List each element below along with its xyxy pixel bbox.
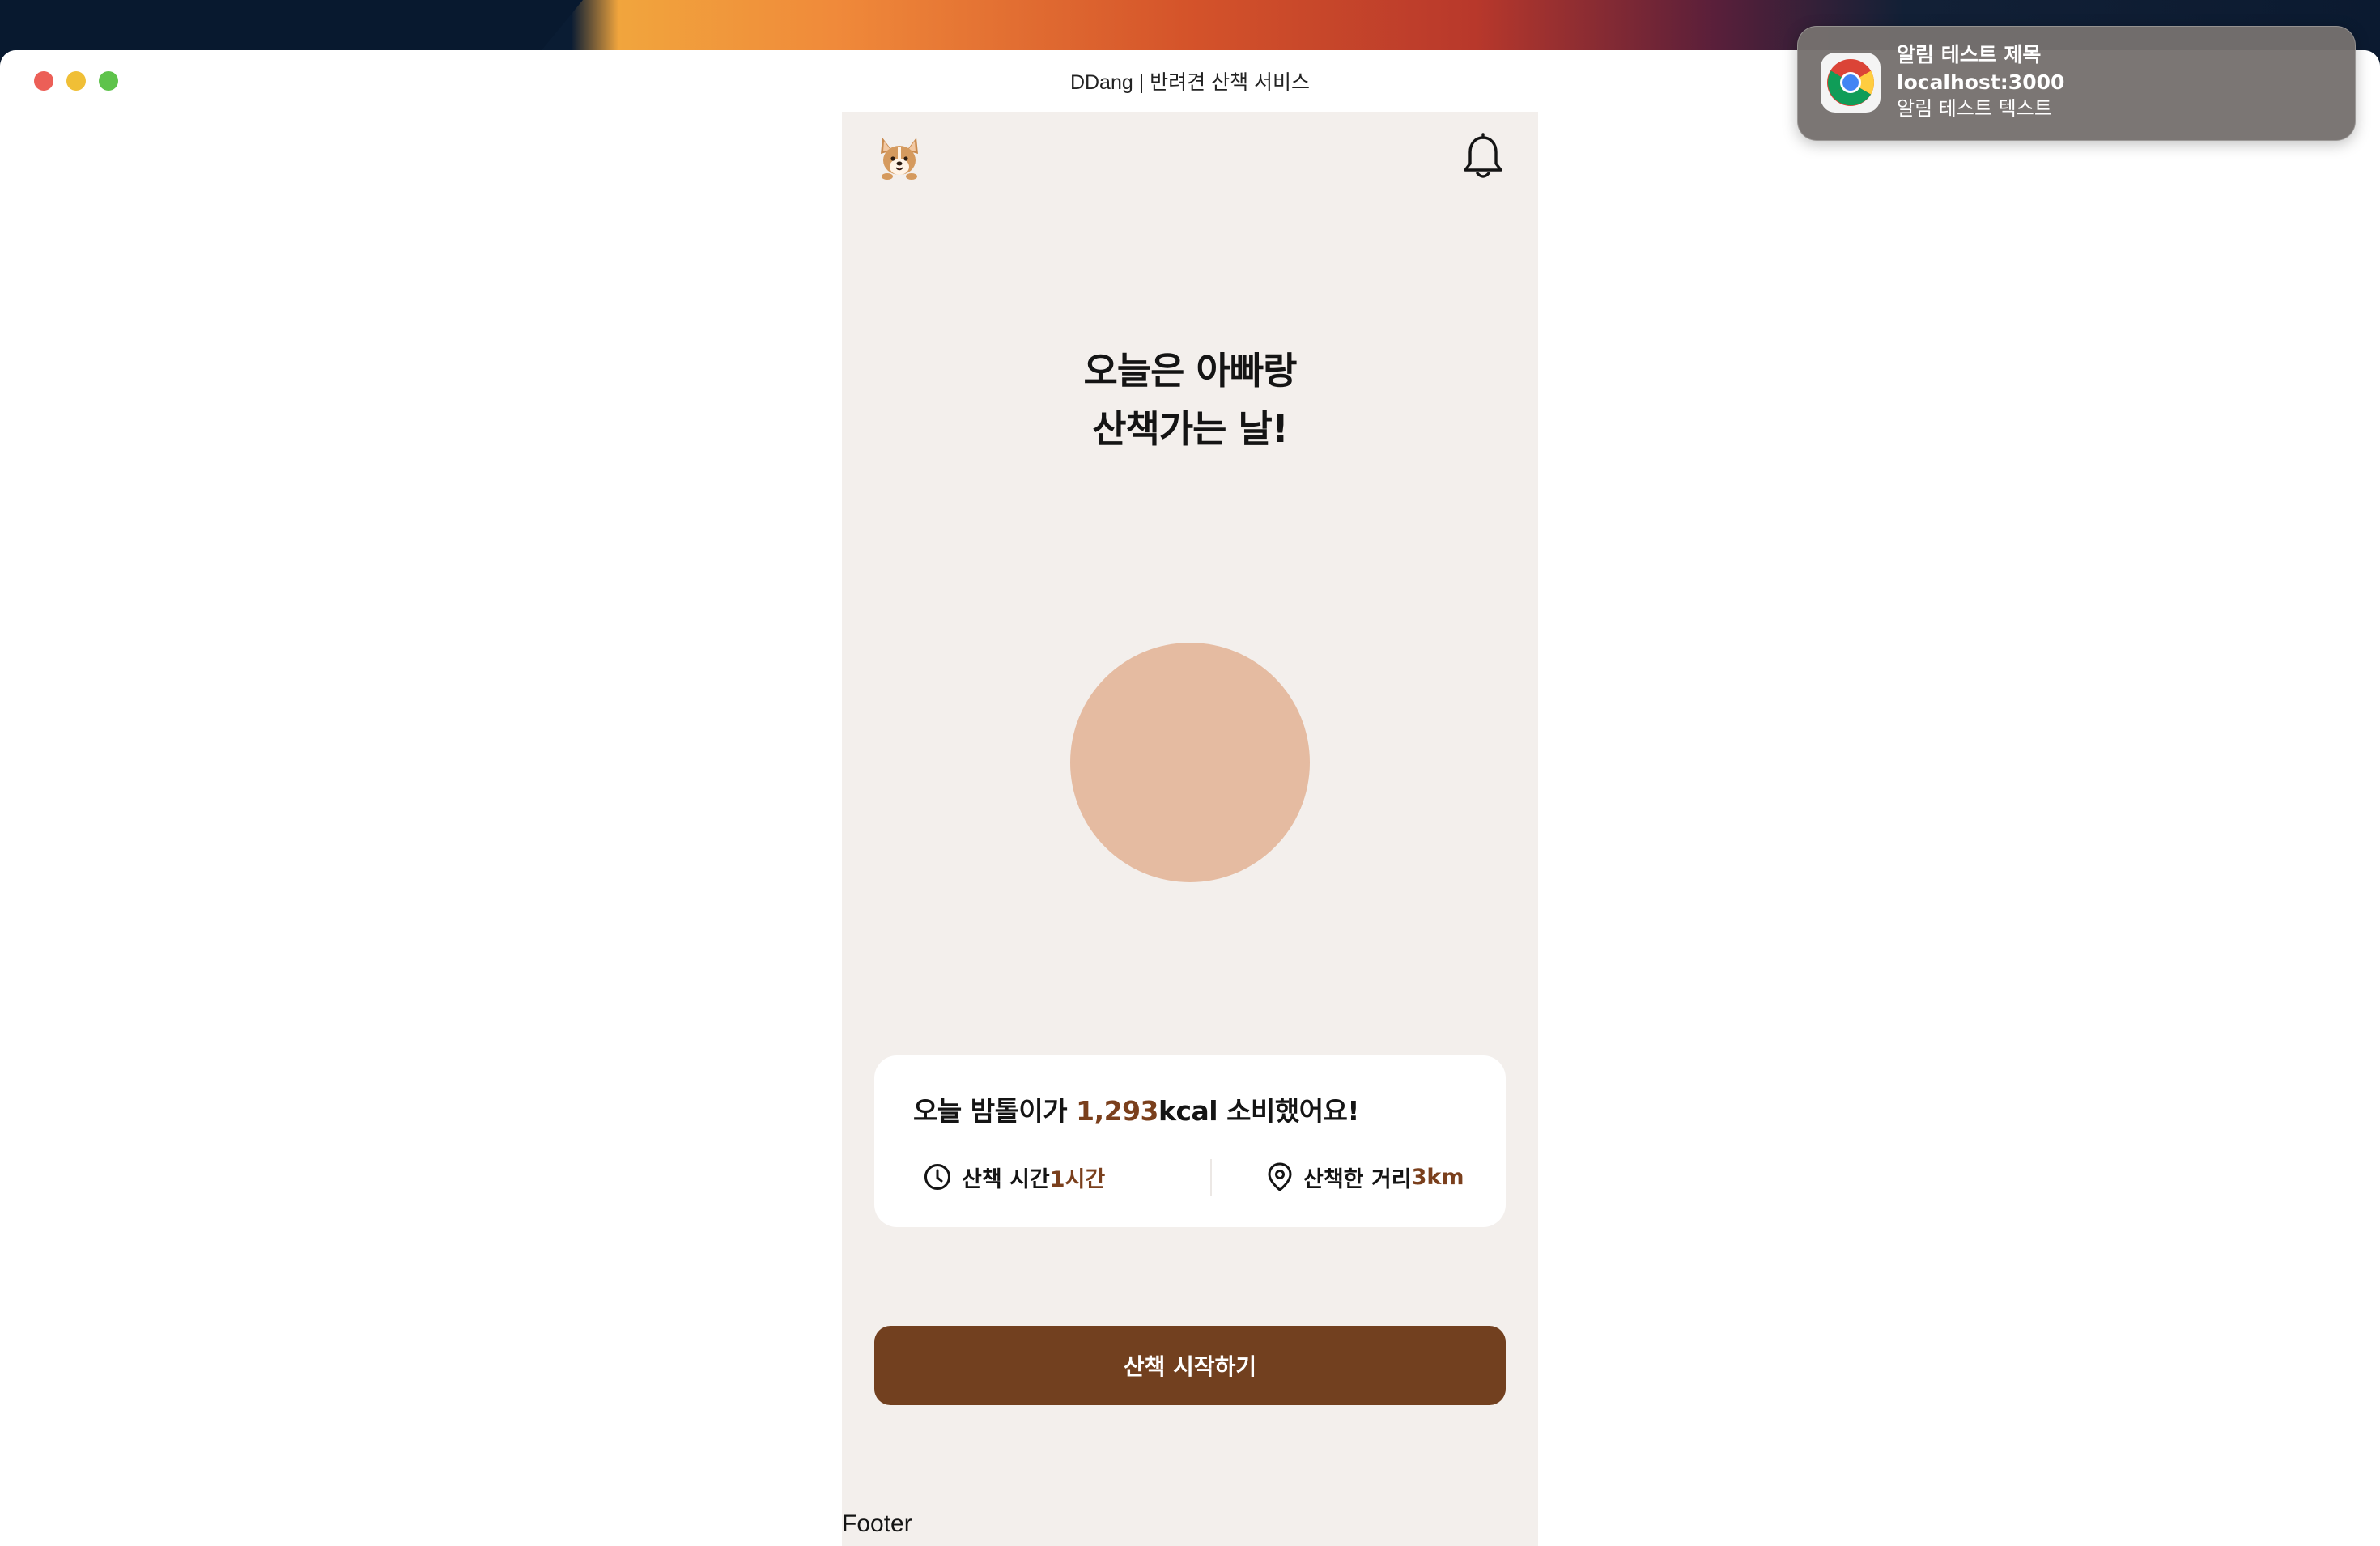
app-container: 오늘은 아빠랑 산책가는 날! 오늘 밤톨이가 1,293kcal 소비했어요!… [842, 112, 1538, 1546]
summary-prefix: 오늘 밤톨이가 [913, 1095, 1077, 1127]
location-pin-icon [1268, 1162, 1292, 1191]
bell-icon [1464, 133, 1502, 178]
dog-profile-circle [1070, 643, 1310, 882]
walk-time-stat: 산책 시간 1시간 [923, 1161, 1105, 1193]
notification-bell-button[interactable] [1460, 133, 1506, 183]
system-notification[interactable]: 알림 테스트 제목 localhost:3000 알림 테스트 텍스트 [1797, 26, 2356, 141]
walk-distance-label: 산책한 거리 [1303, 1166, 1412, 1192]
footer: Footer [842, 1510, 912, 1537]
headline-line-2: 산책가는 날! [1092, 407, 1289, 451]
browser-window: DDang | 반려견 산책 서비스 오늘은 아빠랑 산책가는 날! 오늘 밤톨… [0, 50, 2380, 1546]
walk-distance-stat: 산책한 거리 3km [1266, 1161, 1464, 1193]
clock-icon [924, 1164, 950, 1190]
chrome-logo-graphic [1827, 59, 1874, 106]
headline-line-1: 오늘은 아빠랑 [1083, 349, 1298, 393]
kcal-value: 1,293 [1076, 1095, 1159, 1127]
walk-time-label: 산책 시간 [962, 1166, 1050, 1192]
dog-avatar[interactable] [874, 133, 924, 183]
notification-body: 알림 테스트 텍스트 [1897, 97, 2052, 120]
stat-divider [1210, 1159, 1212, 1196]
start-walk-button[interactable]: 산책 시작하기 [874, 1326, 1506, 1405]
summary-suffix: kcal 소비했어요! [1158, 1095, 1359, 1127]
walk-summary-card: 오늘 밤톨이가 1,293kcal 소비했어요! 산책 시간 1시간 산책한 거… [874, 1055, 1506, 1227]
notification-source: localhost:3000 [1897, 70, 2065, 94]
notification-text: 알림 테스트 제목 localhost:3000 알림 테스트 텍스트 [1897, 41, 2064, 121]
chrome-icon [1821, 53, 1881, 113]
calorie-summary: 오늘 밤톨이가 1,293kcal 소비했어요! [913, 1089, 1359, 1128]
notification-title: 알림 테스트 제목 [1897, 43, 2042, 66]
page-headline: 오늘은 아빠랑 산책가는 날! [842, 342, 1538, 458]
walk-time-value: 1시간 [1049, 1166, 1106, 1192]
corgi-icon [881, 138, 918, 180]
walk-distance-value: 3km [1411, 1164, 1464, 1190]
